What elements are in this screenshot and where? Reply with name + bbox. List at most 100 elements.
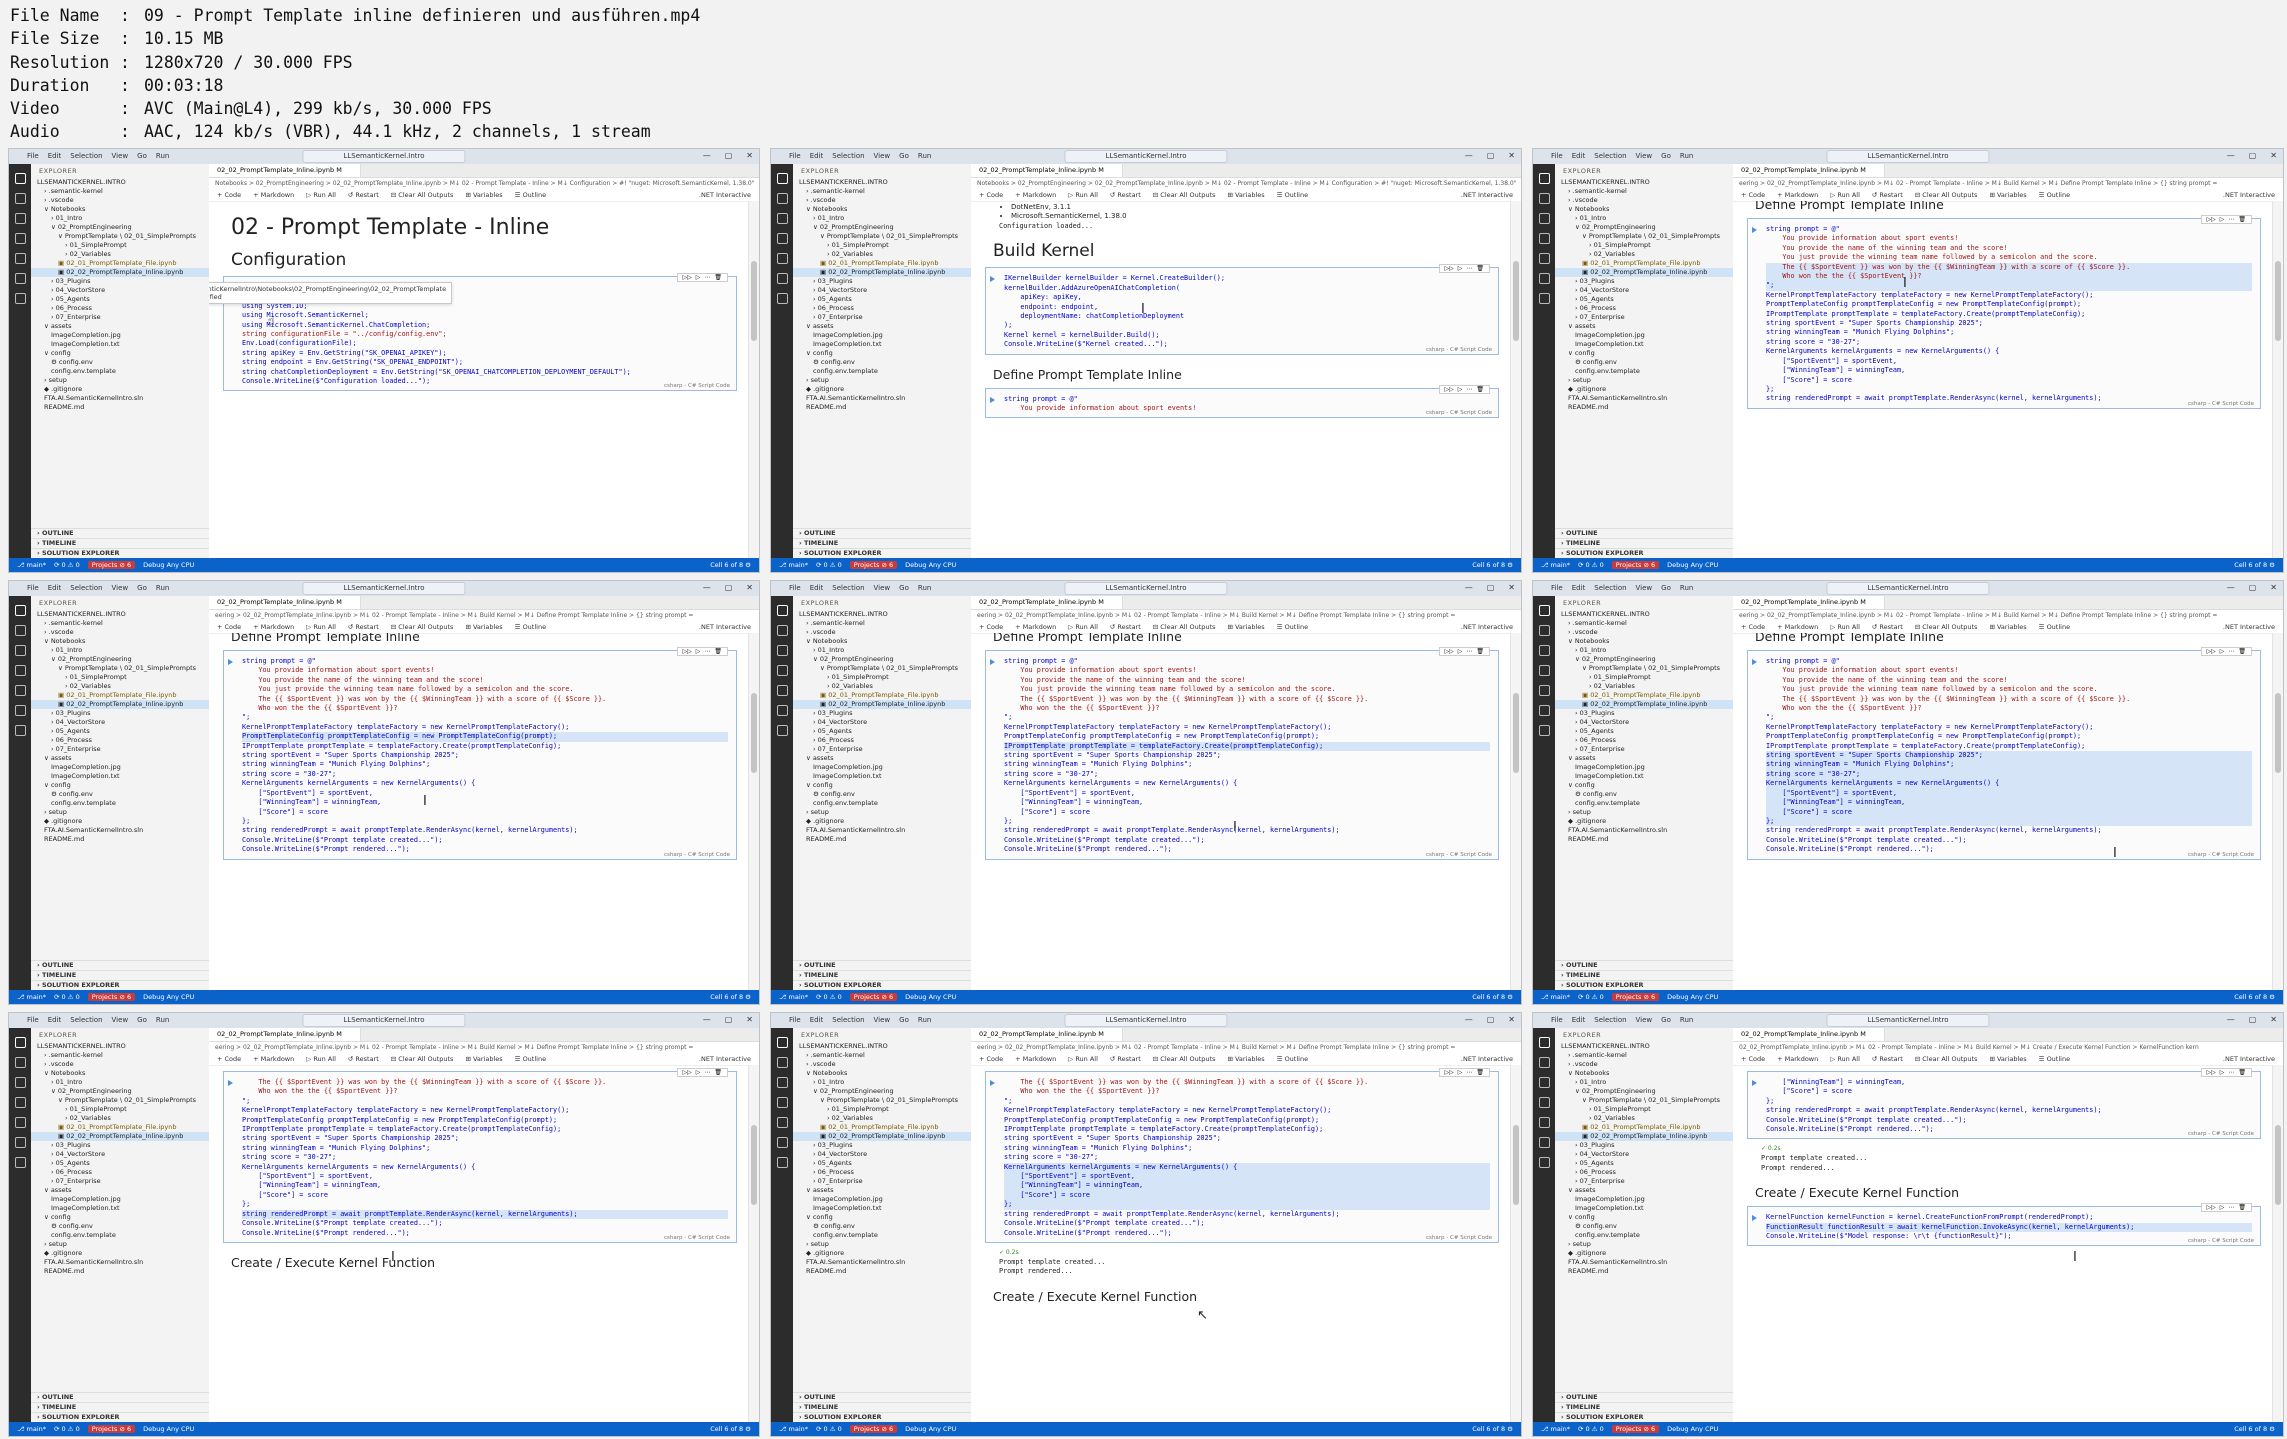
code-line[interactable]: IPromptTemplate promptTemplate = templat… [1766,310,2252,319]
code-line[interactable]: string sportEvent = "Super Sports Champi… [242,751,728,760]
tree-item[interactable]: ∨ Notebooks [31,205,209,214]
status-item[interactable]: Debug Any CPU [905,561,956,569]
code-line[interactable]: You provide information about sport even… [1004,666,1490,675]
explorer-icon[interactable] [1538,1037,1550,1048]
close-button[interactable]: ✕ [2270,583,2277,592]
code-line[interactable]: Console.WriteLine($"Prompt template crea… [1004,1219,1490,1228]
toolbar-button[interactable]: ☰ Outline [1277,1055,1308,1063]
tree-item[interactable]: › 07_Enterprise [1555,313,1733,322]
run-cell-icon[interactable] [1752,227,1757,233]
code-line[interactable]: string prompt = @" [1766,657,2252,666]
sidebar-section[interactable]: › OUTLINE [793,1392,971,1402]
toolbar-button[interactable]: ⊞ Variables [1989,1055,2026,1063]
menu-item[interactable]: Run [156,584,169,592]
code-line[interactable]: ["WinningTeam"] = winningTeam, [1766,1078,2252,1087]
run-below-icon[interactable]: ▷ [696,648,701,655]
toolbar-button[interactable]: ↺ Restart [1110,191,1141,199]
tree-item[interactable]: ∨ Notebooks [793,637,971,646]
tree-item[interactable]: › 01_SimplePrompt [31,673,209,682]
explorer-icon[interactable] [1538,605,1550,616]
code-cell[interactable]: ▷▷ ▷ ⋯ 🗑 string prompt = @" You provide info… [223,647,737,860]
run-below-icon[interactable]: ▷ [2220,1204,2225,1211]
editor-scrollbar[interactable] [2272,201,2283,558]
menu-item[interactable]: Selection [1594,152,1626,160]
tree-item[interactable]: LLSEMANTICKERNEL.INTRO [793,178,971,187]
tree-item[interactable]: › .vscode [793,628,971,637]
run-below-icon[interactable]: ▷ [2220,648,2225,655]
tree-item[interactable]: ◆ .gitignore [793,385,971,394]
search-icon[interactable] [14,193,26,204]
toolbar-button[interactable]: ▷ Run All [1830,1055,1860,1063]
tree-item[interactable]: › 06_Process [793,304,971,313]
code-line[interactable]: ["WinningTeam"] = winningTeam, [242,798,728,807]
menu-item[interactable]: Edit [810,152,824,160]
testing-icon[interactable] [776,725,788,736]
status-item[interactable]: Debug Any CPU [143,993,194,1001]
close-button[interactable]: ✕ [746,583,753,592]
sidebar-section[interactable]: › SOLUTION EXPLORER [793,548,971,558]
tree-item[interactable]: › 07_Enterprise [1555,745,1733,754]
scrollbar-thumb[interactable] [751,693,757,773]
extensions-icon[interactable] [776,1117,788,1128]
tree-item[interactable]: ⚙ config.env [31,1222,209,1231]
minimize-button[interactable]: — [2227,583,2235,592]
explorer-icon[interactable] [14,605,26,616]
sidebar-section[interactable]: › TIMELINE [793,1402,971,1412]
sidebar-section[interactable]: › TIMELINE [31,538,209,548]
code-line[interactable]: string score = "30-27"; [242,1153,728,1162]
tree-item[interactable]: › 07_Enterprise [793,1177,971,1186]
tree-item[interactable]: › .semantic-kernel [31,187,209,196]
menu-item[interactable]: View [874,1016,891,1024]
tree-item[interactable]: ∨ config [793,1213,971,1222]
tree-item[interactable]: ∨ config [1555,349,1733,358]
status-item[interactable]: ⟳ 0 ⚠ 0 [1578,1425,1604,1433]
code-line[interactable]: "; [1004,713,1490,722]
status-item[interactable]: Debug Any CPU [1667,993,1718,1001]
notebook-icon[interactable] [14,1137,26,1148]
code-line[interactable]: ["WinningTeam"] = winningTeam, [242,1181,728,1190]
menu-item[interactable]: Edit [1572,584,1586,592]
status-item[interactable]: Projects ⊘ 6 [1611,993,1660,1001]
tree-item[interactable]: › 01_SimplePrompt [31,1105,209,1114]
toolbar-button[interactable]: ⊟ Clear All Outputs [1915,623,1978,631]
code-line[interactable]: Console.WriteLine($"Prompt rendered...")… [1004,845,1490,854]
tree-item[interactable]: config.env.template [793,799,971,808]
more-icon[interactable]: ⋯ [1466,648,1472,655]
toolbar-button[interactable]: + Markdown [1777,623,1818,631]
code-line[interactable]: Console.WriteLine($"Prompt template crea… [1766,836,2252,845]
status-item[interactable]: Debug Any CPU [1667,1425,1718,1433]
tree-item[interactable]: ImageCompletion.jpg [31,1195,209,1204]
toolbar-button[interactable]: ↺ Restart [1872,191,1903,199]
sidebar-section[interactable]: › SOLUTION EXPLORER [793,980,971,990]
editor-scrollbar[interactable] [2272,1065,2283,1422]
tree-item[interactable]: › 06_Process [1555,304,1733,313]
code-line[interactable]: kernelBuilder.AddAzureOpenAIChatCompleti… [1004,284,1490,293]
code-line[interactable]: string sportEvent = "Super Sports Champi… [1766,319,2252,328]
tree-item[interactable]: ⚙ config.env [1555,1222,1733,1231]
tree-item[interactable]: ▣ 02_02_PromptTemplate_Inline.ipynb [793,1132,971,1141]
run-debug-icon[interactable] [14,1097,26,1108]
tree-item[interactable]: ImageCompletion.txt [31,772,209,781]
menu-item[interactable]: Run [1680,152,1693,160]
tree-item[interactable]: config.env.template [1555,799,1733,808]
window-title[interactable]: LLSemanticKernel.Intro [302,150,466,163]
menu-item[interactable]: File [1551,1016,1563,1024]
code-line[interactable]: You provide the name of the winning team… [1766,244,2252,253]
code-line[interactable]: KernelArguments kernelArguments = new Ke… [242,779,728,788]
tree-item[interactable]: config.env.template [1555,1231,1733,1240]
tree-item[interactable]: ▣ 02_01_PromptTemplate_File.ipynb [793,1123,971,1132]
status-item[interactable]: ⎇ main* [1541,1425,1570,1433]
sidebar-section[interactable]: › SOLUTION EXPLORER [793,1412,971,1422]
tree-item[interactable]: LLSEMANTICKERNEL.INTRO [1555,178,1733,187]
code-line[interactable]: string winningTeam = "Munich Flying Dolp… [242,1144,728,1153]
toolbar-button[interactable]: + Markdown [253,191,294,199]
code-line[interactable]: You provide information about sport even… [1766,666,2252,675]
minimize-button[interactable]: — [1465,1015,1473,1024]
code-line[interactable]: ); [1004,321,1490,330]
menu-item[interactable]: Edit [810,1016,824,1024]
run-cell-icon[interactable] [1752,659,1757,665]
window-title[interactable]: LLSemanticKernel.Intro [1826,582,1990,595]
maximize-button[interactable]: ▢ [725,583,733,592]
code-line[interactable]: string winningTeam = "Munich Flying Dolp… [1004,1144,1490,1153]
tree-item[interactable]: ▣ 02_02_PromptTemplate_Inline.ipynb [1555,1132,1733,1141]
